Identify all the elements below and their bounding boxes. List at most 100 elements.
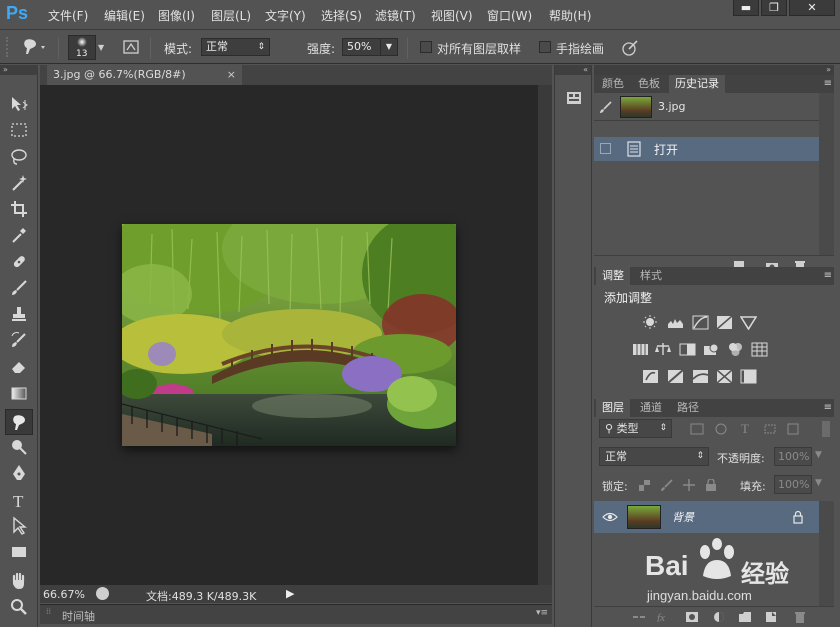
invert-icon[interactable] bbox=[642, 369, 659, 384]
status-menu-arrow-icon[interactable]: ▶ bbox=[286, 587, 296, 600]
minimize-button[interactable]: ▬ bbox=[733, 0, 759, 16]
brush-dropdown-arrow-icon[interactable]: ▼ bbox=[98, 43, 104, 52]
curves-icon[interactable] bbox=[692, 315, 709, 330]
selective-color-icon[interactable] bbox=[740, 369, 757, 384]
brush-preset-preview[interactable]: 13 bbox=[68, 35, 96, 60]
black-white-icon[interactable] bbox=[679, 342, 696, 357]
tab-history[interactable]: 历史记录 bbox=[669, 75, 725, 93]
type-filter-icon[interactable]: T bbox=[739, 421, 753, 433]
tab-color[interactable]: 颜色 bbox=[596, 75, 630, 93]
menu-view[interactable]: 视图(V) bbox=[431, 7, 473, 24]
hue-saturation-icon[interactable] bbox=[632, 342, 649, 357]
menu-edit[interactable]: 编辑(E) bbox=[104, 7, 145, 24]
move-tool[interactable] bbox=[9, 94, 29, 114]
tab-paths[interactable]: 路径 bbox=[671, 399, 705, 417]
tools-collapse-icon[interactable]: » bbox=[0, 65, 38, 75]
panel-menu-icon[interactable]: ≡ bbox=[824, 78, 832, 89]
new-layer-icon[interactable] bbox=[764, 611, 778, 623]
info-panel-button[interactable] bbox=[565, 89, 583, 107]
eyedropper-tool[interactable] bbox=[9, 225, 29, 245]
zoom-level[interactable]: 66.67% bbox=[43, 588, 85, 601]
pressure-toggle[interactable] bbox=[620, 38, 640, 58]
adjustment-filter-icon[interactable] bbox=[714, 423, 728, 435]
shape-filter-icon[interactable] bbox=[763, 423, 777, 435]
brush-tool[interactable] bbox=[9, 278, 29, 298]
new-group-icon[interactable] bbox=[738, 611, 752, 623]
channel-mixer-icon[interactable] bbox=[727, 342, 744, 357]
pixel-filter-icon[interactable] bbox=[690, 423, 704, 435]
layer-style-icon[interactable]: fx bbox=[656, 610, 670, 622]
panel-menu-icon[interactable]: ≡ bbox=[824, 402, 832, 413]
lock-pixels-icon[interactable] bbox=[660, 479, 674, 491]
levels-icon[interactable] bbox=[667, 315, 684, 330]
close-window-button[interactable]: ✕ bbox=[789, 0, 835, 16]
history-state-open[interactable]: 打开 bbox=[594, 137, 819, 161]
photo-filter-icon[interactable] bbox=[703, 342, 720, 357]
path-selection-tool[interactable] bbox=[9, 516, 29, 536]
add-mask-icon[interactable] bbox=[685, 611, 699, 623]
menu-window[interactable]: 窗口(W) bbox=[487, 7, 532, 24]
threshold-icon[interactable] bbox=[692, 369, 709, 384]
finger-painting-checkbox[interactable] bbox=[539, 41, 551, 53]
delete-layer-icon[interactable] bbox=[793, 611, 807, 623]
filter-toggle-switch[interactable] bbox=[822, 421, 830, 437]
timeline-tab[interactable]: 时间轴 bbox=[62, 608, 95, 624]
tab-adjustments[interactable]: 调整 bbox=[596, 267, 630, 285]
close-tab-button[interactable]: × bbox=[227, 65, 236, 85]
eraser-tool[interactable] bbox=[9, 356, 29, 376]
smart-object-filter-icon[interactable] bbox=[786, 423, 800, 435]
canvas-image[interactable] bbox=[122, 224, 456, 446]
menu-image[interactable]: 图像(I) bbox=[158, 7, 195, 24]
opacity-dropdown-icon[interactable]: ▼ bbox=[815, 450, 822, 460]
history-brush-tool[interactable] bbox=[9, 330, 29, 350]
zoom-tool[interactable] bbox=[9, 597, 29, 617]
tool-preset-picker[interactable] bbox=[20, 37, 50, 57]
fill-dropdown-icon[interactable]: ▼ bbox=[815, 478, 822, 488]
dodge-tool[interactable] bbox=[9, 437, 29, 457]
tab-channels[interactable]: 通道 bbox=[634, 399, 668, 417]
hand-tool[interactable] bbox=[9, 571, 29, 591]
menu-help[interactable]: 帮助(H) bbox=[549, 7, 591, 24]
smudge-tool-active[interactable] bbox=[5, 409, 33, 435]
lock-all-icon[interactable] bbox=[704, 479, 718, 491]
color-balance-icon[interactable] bbox=[655, 342, 672, 357]
layers-scrollbar[interactable] bbox=[819, 501, 834, 606]
sample-all-layers-checkbox[interactable] bbox=[420, 41, 432, 53]
canvas-area[interactable] bbox=[40, 85, 538, 585]
restore-button[interactable]: ❐ bbox=[761, 0, 787, 16]
type-tool[interactable]: T bbox=[9, 490, 29, 511]
gradient-map-icon[interactable] bbox=[716, 369, 733, 384]
pen-tool[interactable] bbox=[9, 463, 29, 483]
vertical-scrollbar[interactable] bbox=[538, 85, 552, 585]
panel-menu-icon[interactable]: ≡ bbox=[824, 270, 832, 281]
menu-type[interactable]: 文字(Y) bbox=[265, 7, 306, 24]
menu-layer[interactable]: 图层(L) bbox=[211, 7, 251, 24]
opacity-input[interactable]: 100% bbox=[774, 447, 812, 466]
strength-dropdown-button[interactable]: ▼ bbox=[380, 38, 398, 56]
fill-input[interactable]: 100% bbox=[774, 475, 812, 494]
link-layers-icon[interactable] bbox=[632, 611, 646, 623]
brightness-contrast-icon[interactable] bbox=[642, 315, 659, 330]
healing-brush-tool[interactable] bbox=[9, 252, 29, 272]
exposure-icon[interactable] bbox=[716, 315, 733, 330]
layer-filter-select[interactable]: ⚲ 类型 ⇕ bbox=[599, 419, 672, 438]
history-scrollbar[interactable] bbox=[819, 93, 834, 255]
posterize-icon[interactable] bbox=[667, 369, 684, 384]
history-state-checkbox[interactable] bbox=[600, 143, 611, 154]
crop-tool[interactable] bbox=[9, 199, 29, 219]
vibrance-icon[interactable] bbox=[740, 315, 757, 330]
panel-menu-icon[interactable]: ▾≡ bbox=[536, 608, 548, 618]
lock-transparent-icon[interactable] bbox=[638, 479, 652, 491]
magic-wand-tool[interactable] bbox=[9, 173, 29, 193]
mode-select[interactable]: 正常 ⇕ bbox=[201, 38, 270, 56]
dock-expand-icon[interactable]: « bbox=[555, 65, 591, 75]
lock-position-icon[interactable] bbox=[682, 479, 696, 491]
color-lookup-icon[interactable] bbox=[751, 342, 768, 357]
marquee-tool[interactable] bbox=[9, 120, 29, 140]
lasso-tool[interactable] bbox=[9, 147, 29, 167]
menu-filter[interactable]: 滤镜(T) bbox=[375, 7, 416, 24]
history-snapshot-row[interactable]: 3.jpg bbox=[594, 93, 819, 121]
tab-swatches[interactable]: 色板 bbox=[632, 75, 666, 93]
eye-visibility-icon[interactable] bbox=[602, 511, 618, 523]
document-tab[interactable]: 3.jpg @ 66.7%(RGB/8#) × bbox=[47, 65, 242, 85]
